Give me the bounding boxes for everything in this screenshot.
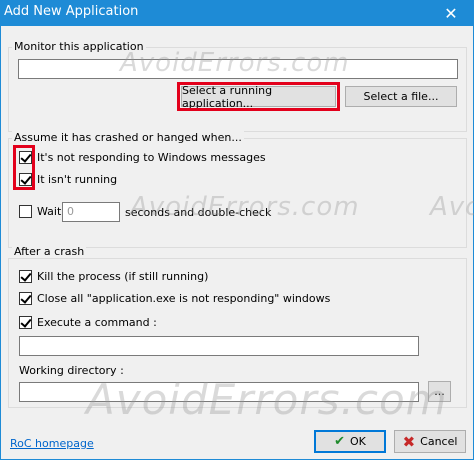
close-all-label: Close all "application.exe is not respon… xyxy=(37,292,331,305)
title-bar: Add New Application ✕ xyxy=(0,0,474,26)
working-directory-input[interactable] xyxy=(19,382,419,402)
checkbox-highlight xyxy=(13,145,35,190)
working-directory-label: Working directory : xyxy=(19,364,124,377)
kill-process-checkbox-box[interactable] xyxy=(19,270,32,283)
cancel-button-label: Cancel xyxy=(420,435,458,448)
select-file-button[interactable]: Select a file... xyxy=(345,86,457,107)
check-icon: ✔ xyxy=(334,434,346,449)
homepage-link[interactable]: RoC homepage xyxy=(10,437,94,450)
close-all-checkbox[interactable]: Close all "application.exe is not respon… xyxy=(19,292,330,305)
browse-directory-button[interactable]: ... xyxy=(428,381,451,402)
wait-label: Wait xyxy=(37,205,62,218)
wait-seconds-input[interactable]: 0 xyxy=(62,202,120,222)
wait-checkbox[interactable]: Wait xyxy=(19,205,61,218)
not-running-label: It isn't running xyxy=(37,173,118,186)
monitor-group-label: Monitor this application xyxy=(12,40,146,53)
execute-command-checkbox-box[interactable] xyxy=(19,316,32,329)
execute-command-checkbox[interactable]: Execute a command : xyxy=(19,316,157,329)
ok-button-label: OK xyxy=(350,435,366,448)
kill-process-label: Kill the process (if still running) xyxy=(37,270,209,283)
cancel-button[interactable]: ✖ Cancel xyxy=(394,430,466,453)
ok-button[interactable]: ✔ OK xyxy=(314,430,386,453)
command-input[interactable] xyxy=(19,336,419,356)
wait-suffix-label: seconds and double-check xyxy=(125,206,272,219)
not-responding-checkbox[interactable]: It's not responding to Windows messages xyxy=(19,151,266,164)
wait-checkbox-box[interactable] xyxy=(19,205,32,218)
close-icon[interactable]: ✕ xyxy=(428,0,474,26)
application-path-input[interactable] xyxy=(18,59,458,79)
not-responding-label: It's not responding to Windows messages xyxy=(37,151,266,164)
window-title: Add New Application xyxy=(4,4,139,19)
select-running-highlight xyxy=(177,82,340,111)
dialog-client: Monitor this application Select a runnin… xyxy=(0,26,474,460)
kill-process-checkbox[interactable]: Kill the process (if still running) xyxy=(19,270,208,283)
crash-detect-group-label: Assume it has crashed or hanged when... xyxy=(12,131,244,144)
execute-command-label: Execute a command : xyxy=(37,316,157,329)
after-crash-group-label: After a crash xyxy=(12,245,87,258)
close-all-checkbox-box[interactable] xyxy=(19,292,32,305)
cross-icon: ✖ xyxy=(402,432,416,451)
